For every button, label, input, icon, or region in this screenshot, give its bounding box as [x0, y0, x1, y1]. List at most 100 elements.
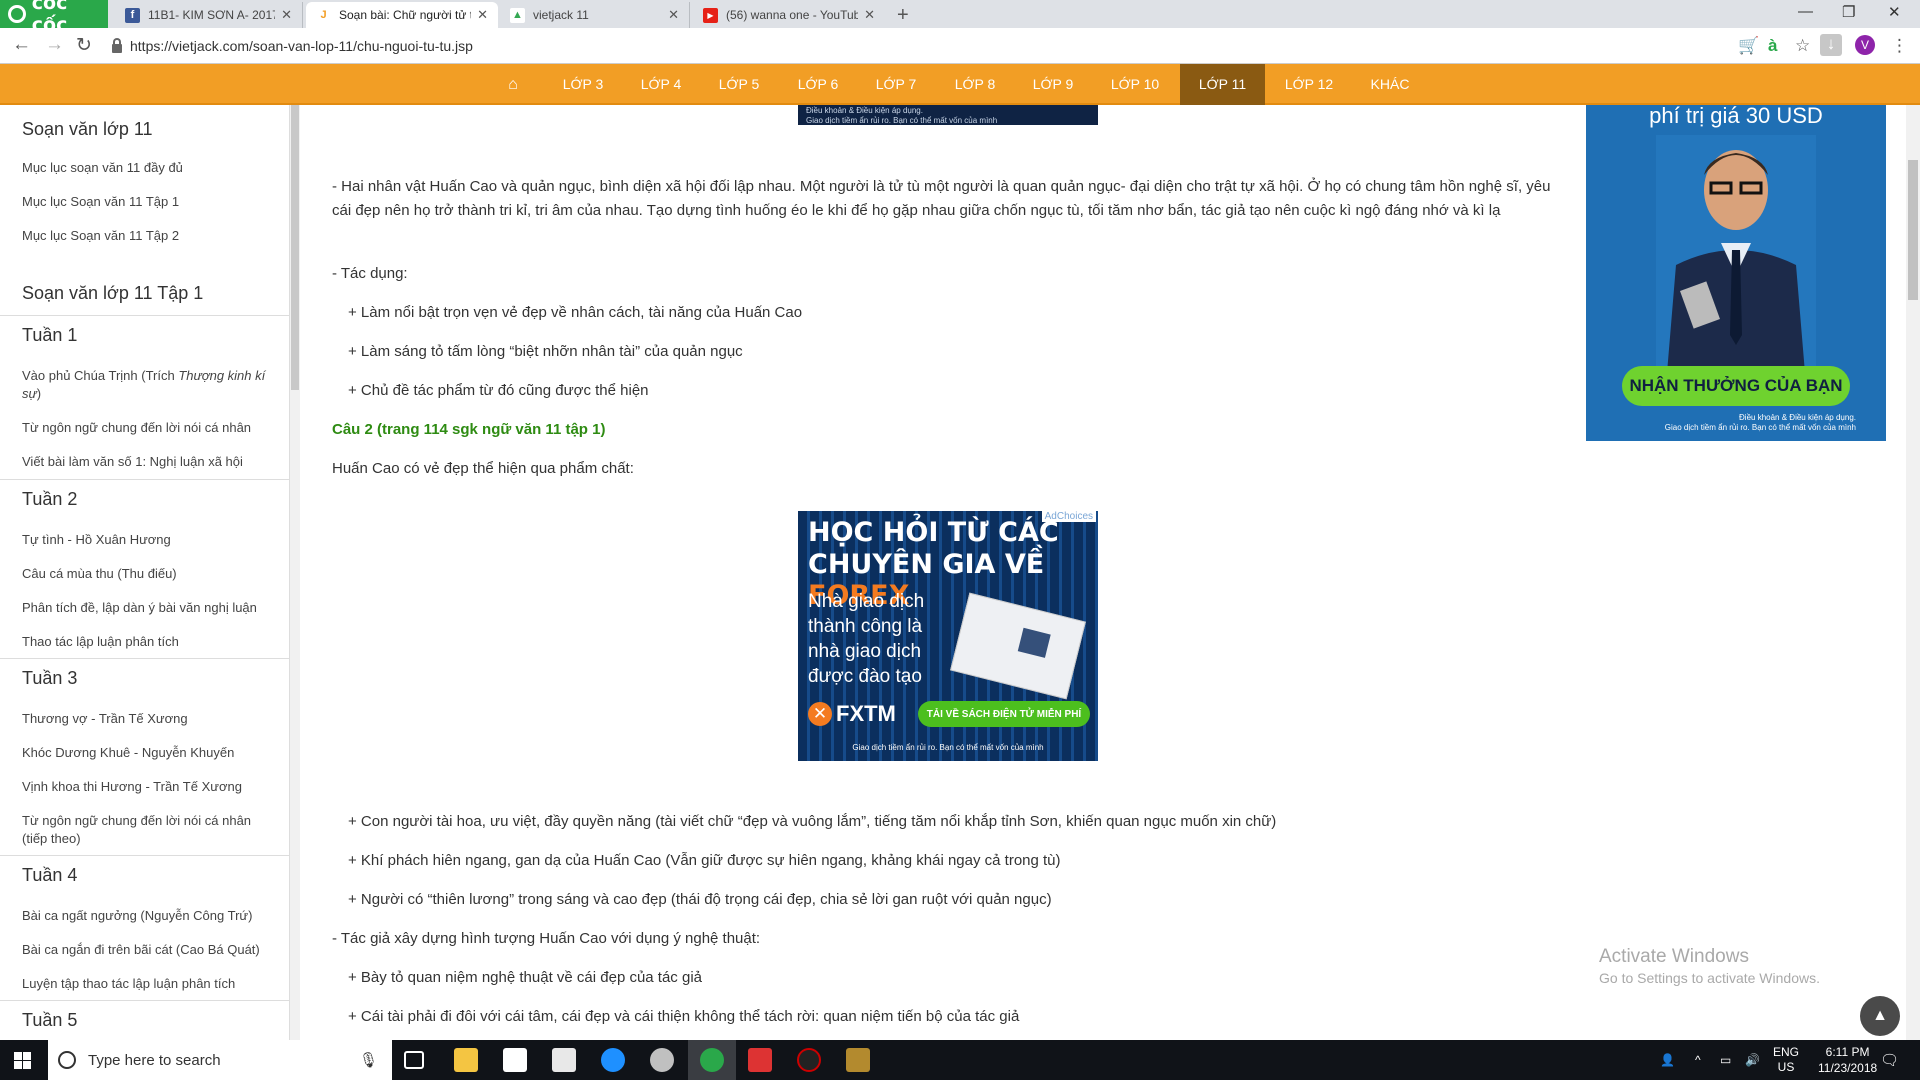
sidebar-heading: Soạn văn lớp 11 Tập 1	[22, 283, 204, 303]
nav-lop9[interactable]: LỚP 9	[1023, 64, 1083, 105]
back-button[interactable]: ←	[12, 34, 31, 56]
sidebar-item[interactable]: Thương vợ - Trần Tế Xương	[22, 710, 272, 728]
sidebar-item[interactable]: Bài ca ngắn đi trên bãi cát (Cao Bá Quát…	[22, 941, 272, 959]
taskbar-search[interactable]: Type here to search 🎙	[48, 1040, 392, 1080]
tab-facebook[interactable]: f 11B1- KIM SƠN A- 2017- ✕	[115, 2, 303, 28]
profile-avatar[interactable]: V	[1855, 35, 1875, 55]
sidebar-scroll-thumb[interactable]	[291, 105, 299, 390]
ad-headline: HỌC HỎI TỪ CÁC	[808, 517, 1059, 548]
sidebar-item[interactable]: Mục lục Soạn văn 11 Tập 1	[22, 193, 272, 211]
paragraph: - Tác dụng:	[332, 265, 408, 282]
sidebar-item[interactable]: Mục lục soạn văn 11 đầy đủ	[22, 159, 272, 177]
download-icon[interactable]: ↓	[1820, 34, 1842, 56]
clock[interactable]: 6:11 PM 11/23/2018	[1818, 1040, 1877, 1080]
url-field[interactable]: https://vietjack.com/soan-van-lop-11/chu…	[112, 32, 1712, 60]
side-ad[interactable]: phí trị giá 30 USD NHẬN THƯỞNG CỦA BẠN Đ…	[1586, 105, 1886, 441]
close-tab-icon[interactable]: ✕	[864, 7, 875, 23]
tab-youtube[interactable]: ▶ (56) wanna one - YouTub ✕	[693, 2, 885, 28]
nav-lop8[interactable]: LỚP 8	[945, 64, 1005, 105]
people-icon[interactable]: 👤	[1660, 1040, 1675, 1080]
close-tab-icon[interactable]: ✕	[281, 7, 292, 23]
task-view-icon[interactable]	[404, 1051, 424, 1069]
sidebar-item[interactable]: Khóc Dương Khuê - Nguyễn Khuyến	[22, 744, 272, 762]
volume-icon[interactable]: 🔊	[1745, 1040, 1760, 1080]
coccoc-dict-icon[interactable]: à	[1768, 36, 1777, 56]
address-bar: ← → ↻ https://vietjack.com/soan-van-lop-…	[0, 28, 1920, 64]
ebook-photo	[1017, 627, 1051, 658]
search-placeholder: Type here to search	[88, 1051, 221, 1069]
app-icon[interactable]	[650, 1048, 674, 1072]
app-icon[interactable]	[748, 1048, 772, 1072]
coccoc-logo[interactable]: cốc cốc	[0, 0, 108, 36]
notification-icon[interactable]: 🗨	[1880, 1040, 1899, 1080]
maximize-button[interactable]: ❐	[1842, 3, 1855, 21]
edge-icon[interactable]	[601, 1048, 625, 1072]
ad-download-button[interactable]: TẢI VỀ SÁCH ĐIỆN TỬ MIỄN PHÍ	[918, 701, 1090, 727]
ad-claim-button[interactable]: NHẬN THƯỞNG CỦA BẠN	[1622, 366, 1850, 406]
sidebar-item[interactable]: Câu cá mùa thu (Thu điếu)	[22, 565, 272, 583]
sidebar-item[interactable]: Từ ngôn ngữ chung đến lời nói cá nhân (t…	[22, 812, 272, 848]
bullet: + Khí phách hiên ngang, gan dạ của Huấn …	[348, 852, 1061, 869]
ad-footer-line: Điều khoản & Điều kiện áp dụng.	[1739, 413, 1856, 422]
store-icon[interactable]	[503, 1048, 527, 1072]
sidebar-item[interactable]: Phân tích đề, lập dàn ý bài văn nghị luậ…	[22, 599, 272, 617]
ad-body-line: thành công là	[808, 616, 923, 637]
page-scroll-thumb[interactable]	[1908, 160, 1918, 300]
sidebar-item[interactable]: Thao tác lập luận phân tích	[22, 633, 272, 651]
scroll-to-top-button[interactable]: ▲	[1860, 996, 1900, 1036]
nav-lop7[interactable]: LỚP 7	[866, 64, 926, 105]
close-window-button[interactable]: ✕	[1888, 3, 1901, 21]
language-indicator[interactable]: ENG US	[1773, 1040, 1799, 1080]
close-tab-icon[interactable]: ✕	[668, 7, 679, 23]
sidebar-item[interactable]: Vào phủ Chúa Trịnh (Trích Thượng kinh kí…	[22, 367, 272, 403]
nav-lop3[interactable]: LỚP 3	[553, 64, 613, 105]
forward-button[interactable]: →	[45, 34, 64, 56]
sidebar: Soạn văn lớp 11 Mục lục soạn văn 11 đầy …	[0, 105, 290, 1040]
forex-ad[interactable]: AdChoices HỌC HỎI TỪ CÁC CHUYÊN GIA VỀ F…	[798, 511, 1098, 761]
microphone-icon[interactable]: 🎙	[359, 1051, 378, 1069]
tray-chevron-icon[interactable]: ^	[1695, 1040, 1701, 1080]
nav-lop5[interactable]: LỚP 5	[709, 64, 769, 105]
mail-icon[interactable]	[552, 1048, 576, 1072]
nav-lop6[interactable]: LỚP 6	[788, 64, 848, 105]
ad-body-line: Nhà giao dịch	[808, 591, 925, 612]
app-icon[interactable]	[797, 1048, 821, 1072]
sidebar-item[interactable]: Tự tình - Hồ Xuân Hương	[22, 531, 272, 549]
coccoc-taskbar-icon[interactable]	[700, 1048, 724, 1072]
drive-icon: ▲	[510, 7, 525, 23]
sidebar-item[interactable]: Bài ca ngất ngưởng (Nguyễn Công Trứ)	[22, 907, 272, 925]
bullet: + Con người tài hoa, ưu việt, đầy quyền …	[348, 813, 1277, 830]
nav-khac[interactable]: KHÁC	[1360, 64, 1420, 105]
windows-start-icon[interactable]	[14, 1052, 31, 1069]
network-icon[interactable]: ▭	[1720, 1040, 1731, 1080]
week-title: Tuần 3	[22, 668, 78, 688]
sidebar-item[interactable]: Mục lục Soạn văn 11 Tập 2	[22, 227, 272, 245]
minimize-button[interactable]: —	[1798, 3, 1813, 20]
cart-icon[interactable]: 🛒	[1738, 36, 1759, 56]
nav-lop4[interactable]: LỚP 4	[631, 64, 691, 105]
week-title: Tuần 2	[22, 489, 78, 509]
new-tab-button[interactable]: +	[897, 4, 909, 27]
divider	[0, 1000, 289, 1001]
vietjack-icon: J	[316, 7, 331, 23]
menu-icon[interactable]: ⋮	[1891, 36, 1908, 56]
home-icon[interactable]: ⌂	[500, 64, 526, 105]
close-tab-icon[interactable]: ✕	[477, 7, 488, 23]
sidebar-item[interactable]: Vịnh khoa thi Hương - Trần Tế Xương	[22, 778, 272, 796]
sidebar-item[interactable]: Luyện tập thao tác lập luận phân tích	[22, 975, 272, 993]
tab-vietjack11[interactable]: ▲ vietjack 11 ✕	[500, 2, 690, 28]
site-nav: ⌂ LỚP 3 LỚP 4 LỚP 5 LỚP 6 LỚP 7 LỚP 8 LỚ…	[0, 64, 1920, 105]
ad-body-line: được đào tạo	[808, 666, 922, 687]
sidebar-item[interactable]: Từ ngôn ngữ chung đến lời nói cá nhân	[22, 419, 272, 437]
bookmark-star-icon[interactable]: ☆	[1795, 36, 1810, 56]
top-ad-strip[interactable]: Điều khoản & Điều kiện áp dụng. Giao dịc…	[798, 105, 1098, 125]
nav-lop10[interactable]: LỚP 10	[1102, 64, 1168, 105]
nav-lop11[interactable]: LỚP 11	[1180, 64, 1265, 105]
nav-lop12[interactable]: LỚP 12	[1276, 64, 1342, 105]
tab-vietjack-active[interactable]: J Soạn bài: Chữ người tử tù ✕	[306, 2, 498, 28]
file-explorer-icon[interactable]	[454, 1048, 478, 1072]
reload-button[interactable]: ↻	[76, 34, 92, 57]
fxtm-text: FXTM	[836, 701, 896, 726]
game-icon[interactable]	[846, 1048, 870, 1072]
sidebar-item[interactable]: Viết bài làm văn số 1: Nghị luận xã hội	[22, 453, 272, 471]
